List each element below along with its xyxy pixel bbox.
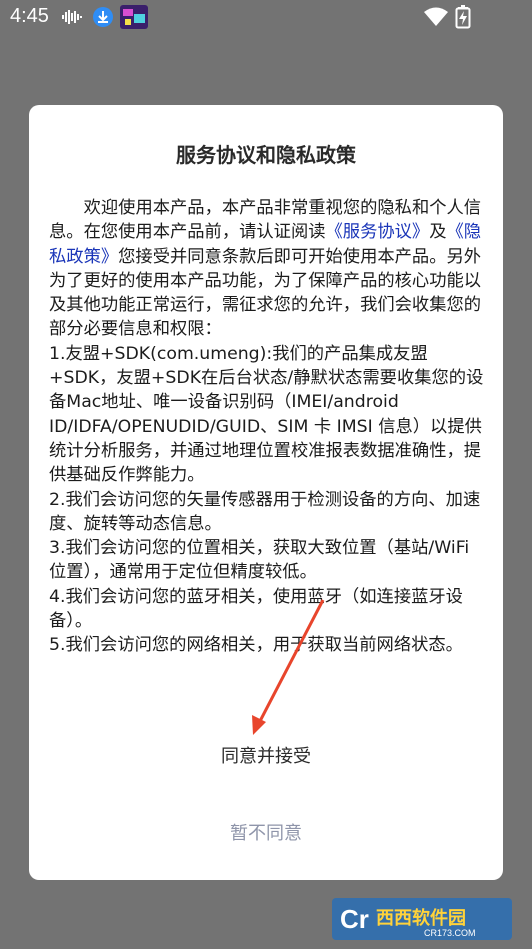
- svg-text:Cr: Cr: [340, 904, 369, 934]
- watermark-logo: Cr 西西软件园 CR173.COM: [332, 898, 512, 940]
- status-time: 4:45: [10, 5, 49, 27]
- service-agreement-link[interactable]: 《服务协议》: [326, 222, 430, 242]
- permission-item: 5.我们会访问您的网络相关，用于获取当前网络状态。: [49, 635, 463, 656]
- watermark-brand: 西西软件园: [376, 907, 466, 929]
- status-bar: 4:45: [0, 0, 532, 34]
- site-watermark: Cr 西西软件园 CR173.COM: [332, 898, 512, 940]
- privacy-dialog: 服务协议和隐私政策 欢迎使用本产品，本产品非常重视您的隐私和个人信息。在您使用本…: [29, 105, 503, 880]
- permission-item: 4.我们会访问您的蓝牙相关，使用蓝牙（如连接蓝牙设备）。: [49, 586, 463, 632]
- dialog-body: 欢迎使用本产品，本产品非常重视您的隐私和个人信息。在您使用本产品前，请认证阅读《…: [49, 196, 489, 658]
- battery-icon: [455, 5, 471, 29]
- permission-item: 2.我们会访问您的矢量传感器用于检测设备的方向、加速度、旋转等动态信息。: [49, 489, 481, 534]
- agree-button[interactable]: 同意并接受: [29, 742, 503, 768]
- dialog-title: 服务协议和隐私政策: [176, 143, 356, 167]
- disagree-button[interactable]: 暂不同意: [29, 819, 503, 845]
- wave-icon: [62, 10, 82, 24]
- permission-item: 1.友盟+SDK(com.umeng):我们的产品集成友盟+SDK，友盟+SDK…: [49, 343, 484, 486]
- watermark-site: CR173.COM: [424, 928, 476, 938]
- wifi-icon: [424, 7, 448, 26]
- app-thumbnail-icon: [120, 5, 148, 29]
- intro-paragraph: 欢迎使用本产品，本产品非常重视您的隐私和个人信息。在您使用本产品前，请认证阅读《…: [49, 196, 489, 342]
- and-text: 及: [429, 222, 447, 243]
- permission-item: 3.我们会访问您的位置相关，获取大致位置（基站/WiFi 位置），通常用于定位但…: [49, 538, 470, 583]
- download-icon: [93, 7, 113, 27]
